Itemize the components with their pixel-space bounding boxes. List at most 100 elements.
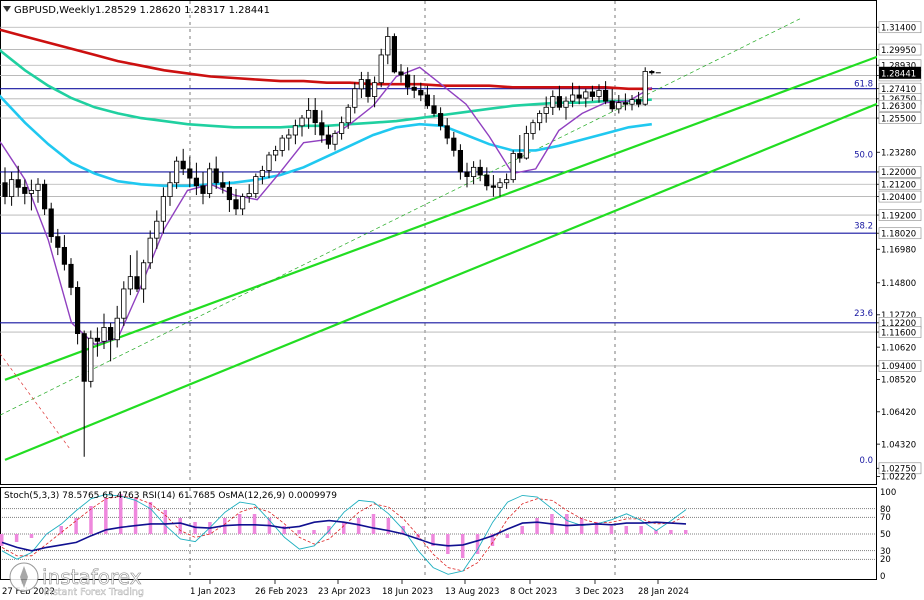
collapse-triangle-icon[interactable] xyxy=(3,6,11,12)
candle-body xyxy=(15,179,21,188)
osma-bar xyxy=(460,534,465,558)
candle xyxy=(464,162,470,188)
candle xyxy=(68,258,74,296)
candle-body xyxy=(266,154,272,171)
candle-body xyxy=(576,94,582,99)
price-tick-label: 1.31400 xyxy=(881,23,916,33)
candle-body xyxy=(451,137,457,151)
candle xyxy=(48,202,54,243)
candle xyxy=(385,27,391,65)
price-tick-label: 1.25500 xyxy=(881,114,916,124)
candle-body xyxy=(629,99,635,105)
candle xyxy=(187,156,193,188)
oscillator-legend: Stoch(5,3,3) 78.5765 65.4763 RSI(14) 61.… xyxy=(4,491,337,501)
candle-body xyxy=(279,137,285,151)
time-axis-label: 28 Jan 2024 xyxy=(638,587,689,597)
candle-body xyxy=(193,177,199,187)
candle xyxy=(543,96,549,123)
candle xyxy=(88,330,94,388)
candle-body xyxy=(418,89,424,96)
candle-body xyxy=(470,166,477,177)
candle-body xyxy=(147,237,153,264)
fibonacci-label: 50.0 xyxy=(854,151,873,161)
candle-body xyxy=(345,106,351,124)
candle-body xyxy=(167,182,173,197)
candle-body xyxy=(305,109,312,119)
candle-body xyxy=(173,160,180,184)
time-axis-label: 18 Jun 2023 xyxy=(382,587,433,597)
candle xyxy=(305,98,312,129)
osma-bar xyxy=(669,530,673,534)
candle xyxy=(457,144,464,180)
candle xyxy=(246,184,252,203)
channel-line xyxy=(4,83,924,461)
candle-body xyxy=(325,134,332,145)
candle xyxy=(272,145,279,162)
candle-body xyxy=(8,179,15,197)
candle xyxy=(444,118,450,145)
time-axis-label: 23 Apr 2023 xyxy=(318,587,371,597)
candle-body xyxy=(121,288,127,319)
oscillator-tick-label: 0 xyxy=(880,572,885,582)
candle-body xyxy=(272,149,279,156)
candle-body xyxy=(332,133,338,145)
candle xyxy=(200,171,206,205)
osma-bar xyxy=(133,498,138,534)
candle-body xyxy=(550,96,556,108)
candle xyxy=(140,259,147,303)
osma-bar xyxy=(163,510,168,534)
candle-body xyxy=(477,166,483,176)
candle-body xyxy=(35,183,41,191)
candle xyxy=(233,188,239,216)
time-axis-label: 8 Oct 2023 xyxy=(510,587,557,597)
candle xyxy=(550,90,556,115)
candle xyxy=(642,67,648,106)
osma-bar xyxy=(579,518,584,534)
candle xyxy=(292,119,299,145)
symbol-title: GBPUSD,Weekly xyxy=(14,5,95,16)
candle xyxy=(42,179,48,216)
osma-bar xyxy=(0,534,4,546)
candle-body xyxy=(140,262,147,290)
candle-body xyxy=(517,153,523,159)
price-tick-label: 1.21200 xyxy=(881,180,916,190)
candle-body xyxy=(55,236,61,248)
candle xyxy=(312,98,318,136)
price-tick-label: 1.23280 xyxy=(881,148,916,158)
candle-body xyxy=(530,122,536,134)
candle xyxy=(510,150,516,183)
candle xyxy=(411,74,417,99)
candle-body xyxy=(226,186,232,201)
osma-bar xyxy=(535,518,539,534)
candle-body xyxy=(299,117,305,127)
candle xyxy=(319,110,325,143)
osma-bar xyxy=(505,534,510,538)
candle-body xyxy=(398,71,404,76)
osma-bar xyxy=(178,518,182,534)
candle-body xyxy=(464,171,470,177)
price-panel-frame xyxy=(0,0,877,485)
fibonacci-label: 61.8 xyxy=(854,80,873,90)
candle xyxy=(279,135,285,157)
candle-body xyxy=(338,122,345,134)
oscillator-tick-label: 50 xyxy=(880,530,891,540)
candle xyxy=(523,125,530,160)
osma-bar xyxy=(520,526,524,534)
osma-bar xyxy=(312,530,316,534)
osma-bar xyxy=(446,534,450,554)
mid-channel-line xyxy=(0,18,801,416)
candle-body xyxy=(154,220,160,239)
candle-body xyxy=(42,183,48,210)
candle xyxy=(35,178,41,203)
osma-bar xyxy=(639,526,643,534)
oscillator-tick-label: 70 xyxy=(880,513,891,523)
candle-body xyxy=(543,106,549,114)
osma-bar xyxy=(356,518,361,534)
candle-body xyxy=(404,74,411,88)
candle xyxy=(517,135,523,163)
candle-body xyxy=(457,149,464,173)
candle-body xyxy=(180,160,186,170)
candle-body xyxy=(510,153,516,181)
candle xyxy=(484,167,490,191)
candle xyxy=(239,193,246,216)
